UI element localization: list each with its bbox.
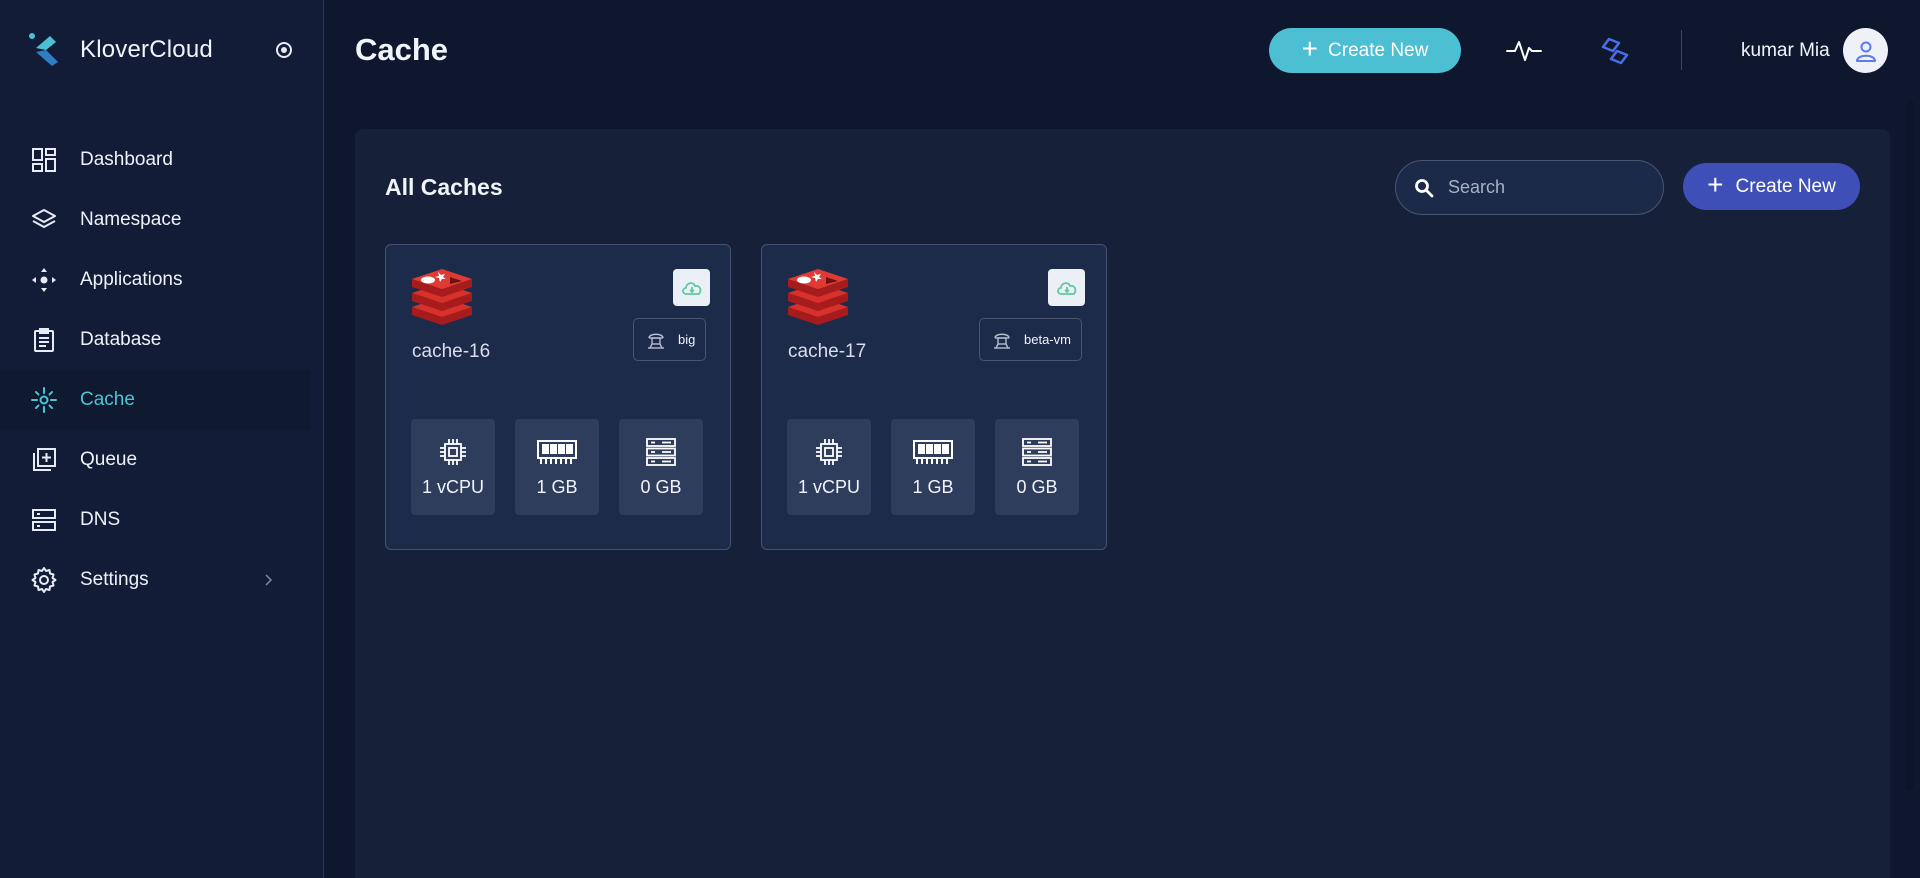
memory-spec: 1 GB: [515, 419, 599, 515]
storage-server-icon: [1022, 438, 1052, 466]
cpu-value: 1 vCPU: [421, 477, 484, 497]
sidebar-toggle-radio-icon[interactable]: [276, 42, 292, 58]
activity-pulse-icon[interactable]: [1505, 34, 1543, 66]
cluster-icon: [648, 333, 664, 349]
cpu-icon: [440, 439, 466, 465]
cluster-name: big: [678, 332, 696, 347]
scrollbar[interactable]: [1906, 100, 1914, 790]
caches-panel: All Caches + Create New cache-16: [355, 129, 1890, 878]
sidebar-item-label: Dashboard: [80, 149, 173, 170]
brand-name: KloverCloud: [80, 36, 213, 63]
sidebar-item-label: Settings: [80, 569, 149, 590]
plus-icon: +: [1707, 169, 1724, 200]
cloud-icon: [681, 281, 701, 295]
user-name[interactable]: kumar Mia: [1741, 40, 1830, 62]
storage-spec: 0 GB: [995, 419, 1079, 515]
redis-logo-icon: [412, 269, 472, 325]
cache-icon: [30, 386, 58, 414]
cloud-status-badge: [1048, 269, 1085, 306]
chevron-right-icon[interactable]: [260, 572, 276, 588]
brand[interactable]: KloverCloud: [28, 30, 213, 70]
sidebar-item-label: Applications: [80, 269, 183, 290]
sidebar-item-cache[interactable]: Cache: [0, 370, 310, 430]
search-input[interactable]: [1448, 177, 1638, 198]
sidebar-item-queue[interactable]: Queue: [0, 430, 310, 490]
cache-card[interactable]: cache-16 big 1 vCPU 1 GB 0 GB: [385, 244, 731, 550]
cache-name[interactable]: cache-17: [788, 341, 866, 363]
sidebar: KloverCloud Dashboard Namespace Applicat…: [0, 0, 324, 878]
memory-value: 1 GB: [536, 477, 578, 497]
user-icon: [1855, 41, 1876, 62]
clipboard-icon: [30, 326, 58, 354]
header-create-new-button[interactable]: + Create New: [1269, 28, 1461, 73]
sidebar-item-dashboard[interactable]: Dashboard: [0, 130, 310, 190]
dashboard-icon: [30, 146, 58, 174]
dns-icon: [30, 506, 58, 534]
memory-value: 1 GB: [912, 477, 954, 497]
memory-icon: [537, 440, 577, 464]
cloud-status-badge: [673, 269, 710, 306]
header-create-new-label: Create New: [1328, 39, 1429, 61]
cluster-badge: big: [633, 318, 707, 361]
sidebar-item-label: DNS: [80, 509, 121, 530]
cpu-spec: 1 vCPU: [411, 419, 495, 515]
cache-name[interactable]: cache-16: [412, 341, 490, 363]
panel-title: All Caches: [385, 174, 503, 200]
cloud-icon: [1056, 281, 1076, 295]
cpu-icon: [816, 439, 842, 465]
header-divider: [1681, 30, 1682, 70]
storage-value: 0 GB: [1016, 477, 1058, 497]
panel-create-new-label: Create New: [1735, 175, 1836, 197]
cluster-name: beta-vm: [1024, 332, 1071, 347]
sidebar-item-dns[interactable]: DNS: [0, 490, 310, 550]
storage-value: 0 GB: [640, 477, 682, 497]
search-box[interactable]: [1395, 160, 1664, 215]
gear-icon: [30, 566, 58, 594]
queue-icon: [30, 446, 58, 474]
cache-card[interactable]: cache-17 beta-vm 1 vCPU 1 GB 0 GB: [761, 244, 1107, 550]
kubernetes-icon[interactable]: [1599, 35, 1631, 67]
klovercloud-logo-icon: [29, 33, 58, 66]
memory-icon: [913, 440, 953, 464]
sidebar-item-database[interactable]: Database: [0, 310, 310, 370]
sidebar-item-label: Namespace: [80, 209, 182, 230]
redis-logo-icon: [788, 269, 848, 325]
storage-spec: 0 GB: [619, 419, 703, 515]
storage-server-icon: [646, 438, 676, 466]
layers-icon: [30, 206, 58, 234]
cpu-spec: 1 vCPU: [787, 419, 871, 515]
cluster-icon: [994, 333, 1010, 349]
sidebar-item-label: Cache: [80, 389, 135, 410]
plus-icon: +: [1301, 33, 1319, 64]
sidebar-item-namespace[interactable]: Namespace: [0, 190, 310, 250]
sidebar-item-label: Queue: [80, 449, 138, 470]
cpu-value: 1 vCPU: [797, 477, 860, 497]
sidebar-item-label: Database: [80, 329, 162, 350]
search-icon: [1415, 178, 1434, 197]
panel-create-new-button[interactable]: + Create New: [1683, 163, 1860, 210]
sidebar-nav: Dashboard Namespace Applications Databas…: [0, 130, 310, 610]
page-title: Cache: [355, 32, 449, 67]
sidebar-item-settings[interactable]: Settings: [0, 550, 310, 610]
user-avatar[interactable]: [1843, 28, 1888, 73]
memory-spec: 1 GB: [891, 419, 975, 515]
sidebar-item-applications[interactable]: Applications: [0, 250, 310, 310]
cluster-badge: beta-vm: [979, 318, 1082, 361]
applications-icon: [30, 266, 58, 294]
